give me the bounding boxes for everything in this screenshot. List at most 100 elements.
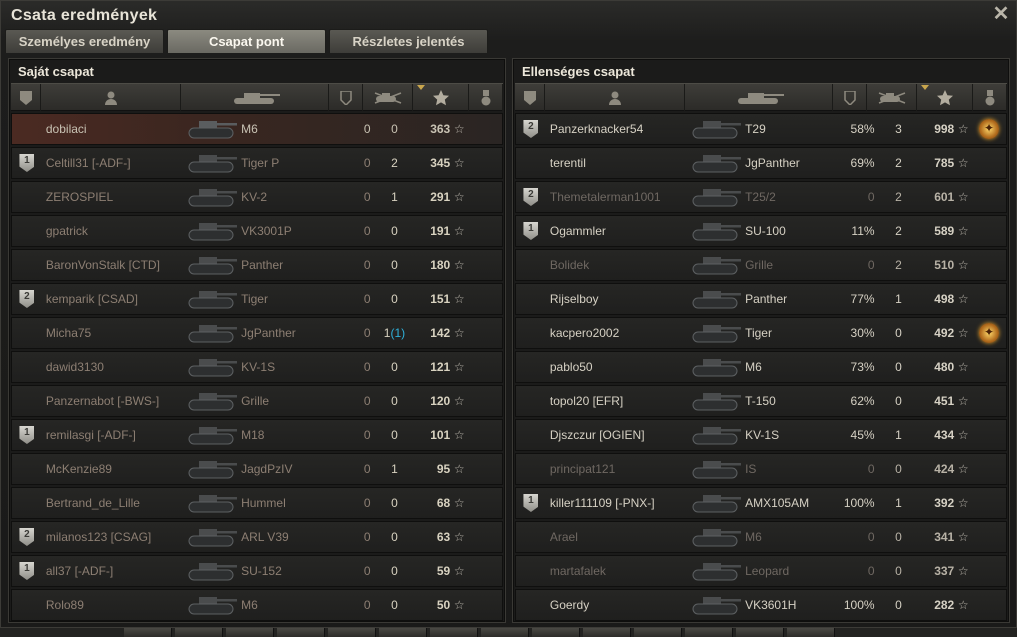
carousel-thumbnail[interactable] <box>379 628 427 637</box>
badge-icon[interactable] <box>11 84 41 111</box>
damage-percent: 0 <box>867 190 875 204</box>
tank-cell <box>685 354 745 380</box>
damage-percent: 0 <box>363 360 371 374</box>
frags-icon[interactable] <box>363 84 413 111</box>
player-row[interactable]: 2 Panzerknacker54 T29 58% 3 998 ☆ <box>515 113 1007 145</box>
player-row[interactable]: principat121 IS 0 0 424 ☆ <box>515 453 1007 485</box>
carousel-thumbnail[interactable] <box>583 628 631 637</box>
player-row[interactable]: Micha75 JgPanther 0 1(1) 142 ☆ <box>11 317 503 349</box>
carousel-thumbnail[interactable] <box>532 628 580 637</box>
badge-icon[interactable] <box>515 84 545 111</box>
tank-image <box>188 291 238 309</box>
player-name: Bolidek <box>549 258 590 272</box>
carousel-thumbnail[interactable] <box>685 628 733 637</box>
frags-count: 0 <box>895 394 902 408</box>
star-icon: ☆ <box>957 428 969 442</box>
close-icon[interactable]: ✕ <box>990 3 1012 25</box>
player-row[interactable]: topol20 [EFR] T-150 62% 0 451 ☆ <box>515 385 1007 417</box>
frags-cell: 0 <box>881 462 917 476</box>
carousel-thumbnail[interactable] <box>736 628 784 637</box>
medal-icon[interactable] <box>469 84 503 111</box>
player-row[interactable]: 1 killer111109 [-PNX-] AMX105AM 100% 1 392 ☆ <box>515 487 1007 519</box>
player-row[interactable]: Arael M6 0 0 341 ☆ <box>515 521 1007 553</box>
player-row[interactable]: 1 remilasgi [-ADF-] M18 0 0 101 ☆ <box>11 419 503 451</box>
carousel-thumbnail[interactable] <box>634 628 682 637</box>
carousel-thumbnail[interactable] <box>787 628 835 637</box>
medal-icon[interactable] <box>979 119 1000 139</box>
star-icon: ☆ <box>957 496 969 510</box>
player-row[interactable]: McKenzie89 JagdPzIV 0 1 95 ☆ <box>11 453 503 485</box>
player-icon[interactable] <box>41 84 181 111</box>
vehicle-name: T25/2 <box>745 190 776 204</box>
badge-cell: 2 <box>12 528 42 546</box>
tank-cell <box>685 252 745 278</box>
shield-icon[interactable] <box>833 84 867 111</box>
badge-cell: 2 <box>516 120 546 138</box>
star-icon: ☆ <box>957 394 969 408</box>
player-row[interactable]: gpatrick VK3001P 0 0 191 ☆ <box>11 215 503 247</box>
carousel-thumbnail[interactable] <box>277 628 325 637</box>
frags-icon[interactable] <box>867 84 917 111</box>
badge-cell: 2 <box>516 188 546 206</box>
own-team-title: Saját csapat <box>18 64 94 79</box>
tank-image <box>188 597 238 615</box>
carousel-thumbnail[interactable] <box>481 628 529 637</box>
player-name: all37 [-ADF-] <box>45 564 114 578</box>
vehicle-name: Panther <box>241 258 284 272</box>
tab-detailed-report[interactable]: Részletes jelentés <box>329 29 488 53</box>
carousel-thumbnail[interactable] <box>175 628 223 637</box>
tank-icon[interactable] <box>685 84 833 111</box>
tab-team-score[interactable]: Csapat pont <box>167 29 326 53</box>
vehicle-name: JgPanther <box>241 326 296 340</box>
player-name: ZEROSPIEL <box>45 190 114 204</box>
shield-icon[interactable] <box>329 84 363 111</box>
player-row[interactable]: 2 kemparik [CSAD] Tiger 0 0 151 ☆ <box>11 283 503 315</box>
star-icon: ☆ <box>957 360 969 374</box>
frags-count: 1 <box>391 190 398 204</box>
carousel-thumbnail[interactable] <box>226 628 274 637</box>
player-row[interactable]: dawid3130 KV-1S 0 0 121 ☆ <box>11 351 503 383</box>
player-row[interactable]: ZEROSPIEL KV-2 0 1 291 ☆ <box>11 181 503 213</box>
tank-cell <box>685 218 745 244</box>
player-row[interactable]: pablo50 M6 73% 0 480 ☆ <box>515 351 1007 383</box>
enemy-team-header <box>515 83 1007 111</box>
player-row[interactable]: 1 all37 [-ADF-] SU-152 0 0 59 ☆ <box>11 555 503 587</box>
player-row[interactable]: BaronVonStalk [CTD] Panther 0 0 180 ☆ <box>11 249 503 281</box>
player-row[interactable]: martafalek Leopard 0 0 337 ☆ <box>515 555 1007 587</box>
class-badge-icon: 1 <box>19 154 35 172</box>
player-row[interactable]: terentil JgPanther 69% 2 785 ☆ <box>515 147 1007 179</box>
player-row[interactable]: Panzernabot [-BWS-] Grille 0 0 120 ☆ <box>11 385 503 417</box>
player-row[interactable]: Bertrand_de_Lille Hummel 0 0 68 ☆ <box>11 487 503 519</box>
tab-personal-result[interactable]: Személyes eredmény <box>5 29 164 53</box>
vehicle-name: Grille <box>745 258 774 272</box>
medal-icon[interactable] <box>973 84 1007 111</box>
tank-cell <box>181 422 241 448</box>
star-icon[interactable] <box>413 84 469 111</box>
player-row[interactable]: 1 Celtill31 [-ADF-] Tiger P 0 2 345 ☆ <box>11 147 503 179</box>
player-row[interactable]: Rolo89 M6 0 0 50 ☆ <box>11 589 503 621</box>
frags-cell: 0 <box>377 360 413 374</box>
player-row[interactable]: 2 Themetalerman1001 T25/2 0 2 601 ☆ <box>515 181 1007 213</box>
carousel-thumbnail[interactable] <box>124 628 172 637</box>
player-row[interactable]: 1 Ogammler SU-100 11% 2 589 ☆ <box>515 215 1007 247</box>
carousel-thumbnail[interactable] <box>328 628 376 637</box>
star-icon[interactable] <box>917 84 973 111</box>
carousel-thumbnail[interactable] <box>430 628 478 637</box>
star-icon: ☆ <box>453 496 465 510</box>
medal-icon[interactable] <box>979 323 1000 343</box>
player-row[interactable]: 2 milanos123 [CSAG] ARL V39 0 0 63 ☆ <box>11 521 503 553</box>
medal-cell <box>972 323 1006 343</box>
xp-value: 451 <box>934 394 955 408</box>
player-row[interactable]: Rijselboy Panther 77% 1 498 ☆ <box>515 283 1007 315</box>
player-row[interactable]: Bolidek Grille 0 2 510 ☆ <box>515 249 1007 281</box>
player-row[interactable]: Goerdy VK3601H 100% 0 282 ☆ <box>515 589 1007 621</box>
tank-cell <box>181 218 241 244</box>
star-icon: ☆ <box>453 326 465 340</box>
player-row[interactable]: Djszczur [OGIEN] KV-1S 45% 1 434 ☆ <box>515 419 1007 451</box>
player-row[interactable]: kacpero2002 Tiger 30% 0 492 ☆ <box>515 317 1007 349</box>
vehicle-name: Tiger <box>241 292 268 306</box>
tank-icon[interactable] <box>181 84 329 111</box>
player-icon[interactable] <box>545 84 685 111</box>
xp-value: 589 <box>934 224 955 238</box>
player-row[interactable]: dobilaci M6 0 0 363 ☆ <box>11 113 503 145</box>
